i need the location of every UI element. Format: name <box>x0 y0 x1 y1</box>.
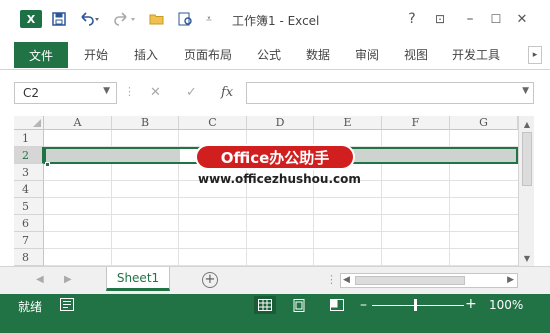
status-bar: 就绪 – + 100% <box>0 294 550 333</box>
chevron-down-icon[interactable]: ▼ <box>103 86 110 96</box>
zoom-out-button[interactable]: – <box>360 297 367 313</box>
row-header-5[interactable]: 5 <box>14 198 44 215</box>
help-button[interactable]: ? <box>402 10 422 28</box>
scroll-down-icon[interactable]: ▼ <box>521 252 533 264</box>
save-icon[interactable] <box>50 10 68 28</box>
ribbon-tabs: 文件 开始 插入 页面布局 公式 数据 审阅 视图 开发工具 ▸ <box>0 40 550 70</box>
cancel-button[interactable]: ✕ <box>150 85 161 100</box>
column-header-b[interactable]: B <box>112 116 179 130</box>
macro-record-icon[interactable] <box>60 298 74 311</box>
vertical-scroll-thumb[interactable] <box>522 132 532 186</box>
worksheet-grid[interactable]: A B C D E F G 1 2 3 4 5 6 7 8 <box>14 116 518 266</box>
chevron-down-icon[interactable]: ▼ <box>522 86 529 96</box>
column-header-e[interactable]: E <box>314 116 382 130</box>
row-header-1[interactable]: 1 <box>14 130 44 147</box>
tab-view[interactable]: 视图 <box>404 46 428 66</box>
row-header-2[interactable]: 2 <box>14 147 44 164</box>
maximize-button[interactable]: ☐ <box>486 10 506 28</box>
ribbon-scroll-right-button[interactable]: ▸ <box>528 46 542 64</box>
customize-icon[interactable]: ⩡ <box>202 10 216 28</box>
minimize-button[interactable]: – <box>460 10 480 28</box>
row-header-7[interactable]: 7 <box>14 232 44 249</box>
zoom-slider[interactable] <box>372 305 464 306</box>
column-header-f[interactable]: F <box>382 116 450 130</box>
zoom-level[interactable]: 100% <box>489 298 523 312</box>
tab-file[interactable]: 文件 <box>14 42 68 68</box>
row-header-3[interactable]: 3 <box>14 164 44 181</box>
title-bar: X ⩡ 工作簿1 - Excel ? ⊡ – ☐ ✕ <box>0 0 550 40</box>
fill-handle[interactable] <box>45 162 50 167</box>
watermark-url: www.officezhushou.com <box>198 172 361 186</box>
row-header-8[interactable]: 8 <box>14 249 44 266</box>
splitter-dots-icon[interactable]: ⋮ <box>326 273 337 286</box>
close-button[interactable]: ✕ <box>512 10 532 28</box>
horizontal-scrollbar[interactable]: ◀ ▶ <box>340 273 518 288</box>
zoom-slider-thumb[interactable] <box>414 299 417 311</box>
insert-function-button[interactable]: fx <box>221 85 233 100</box>
tab-insert[interactable]: 插入 <box>134 46 158 66</box>
tab-data[interactable]: 数据 <box>306 46 330 66</box>
scroll-up-icon[interactable]: ▲ <box>521 118 533 130</box>
enter-button[interactable]: ✓ <box>186 85 197 100</box>
formula-input[interactable]: ▼ <box>246 82 534 104</box>
sheet-prev-icon[interactable]: ◀ <box>36 274 44 285</box>
add-sheet-button[interactable]: + <box>202 272 218 288</box>
tab-developer[interactable]: 开发工具 <box>452 46 500 66</box>
name-box-value: C2 <box>23 86 40 100</box>
sheet-tab-sheet1[interactable]: Sheet1 <box>106 267 170 291</box>
zoom-in-button[interactable]: + <box>465 296 477 312</box>
horizontal-scroll-thumb[interactable] <box>355 276 465 285</box>
vertical-scrollbar[interactable]: ▲ ▼ <box>518 116 534 266</box>
sheet-tabs-bar: ◀ ▶ Sheet1 + ⋮ ◀ ▶ <box>0 266 550 294</box>
sheet-next-icon[interactable]: ▶ <box>64 274 72 285</box>
column-header-d[interactable]: D <box>247 116 314 130</box>
formula-bar: C2 ▼ ⋮ ✕ ✓ fx ▼ <box>0 70 550 116</box>
row-header-6[interactable]: 6 <box>14 215 44 232</box>
tab-home[interactable]: 开始 <box>84 46 108 66</box>
tab-review[interactable]: 审阅 <box>355 46 379 66</box>
row-header-4[interactable]: 4 <box>14 181 44 198</box>
normal-view-button[interactable] <box>254 296 276 314</box>
watermark-logo: Office办公助手 <box>197 146 353 168</box>
select-all-button[interactable] <box>14 116 44 130</box>
column-header-a[interactable]: A <box>44 116 112 130</box>
name-box[interactable]: C2 ▼ <box>14 82 117 104</box>
print-preview-icon[interactable] <box>176 10 194 28</box>
folder-open-icon[interactable] <box>148 10 166 28</box>
tab-page-layout[interactable]: 页面布局 <box>184 46 232 66</box>
tab-formulas[interactable]: 公式 <box>257 46 281 66</box>
column-header-c[interactable]: C <box>179 116 247 130</box>
page-layout-view-button[interactable] <box>288 296 310 314</box>
redo-icon[interactable] <box>112 10 138 28</box>
window-title: 工作簿1 - Excel <box>232 14 320 28</box>
excel-logo-icon: X <box>20 10 42 28</box>
scroll-left-icon[interactable]: ◀ <box>343 275 350 285</box>
ribbon-display-button[interactable]: ⊡ <box>430 10 450 28</box>
page-break-view-button[interactable] <box>326 296 348 314</box>
undo-icon[interactable] <box>76 10 102 28</box>
column-header-g[interactable]: G <box>450 116 518 130</box>
splitter-dots-icon[interactable]: ⋮ <box>124 85 135 98</box>
scroll-right-icon[interactable]: ▶ <box>507 275 514 285</box>
status-ready: 就绪 <box>18 300 43 314</box>
